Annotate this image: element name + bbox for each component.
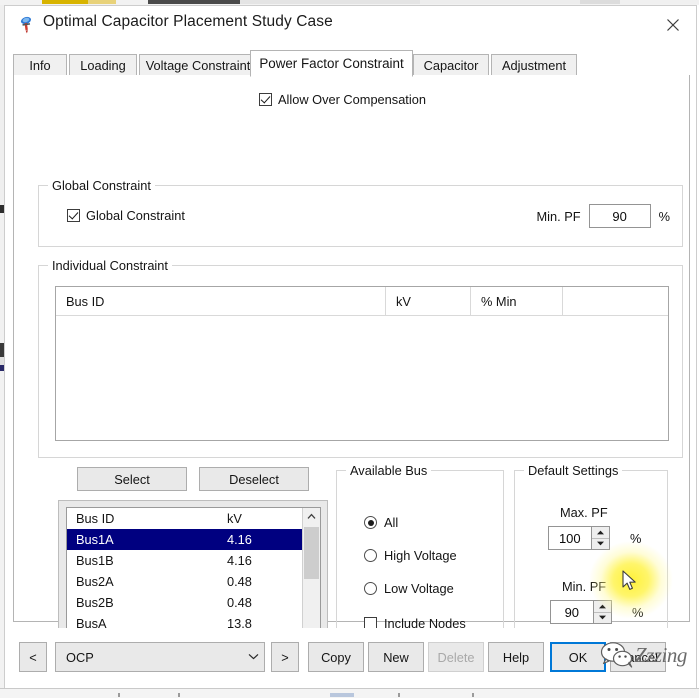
max-pf-value[interactable]: 100 (549, 527, 591, 549)
next-study-case-button[interactable]: > (271, 642, 299, 672)
tab-adjustment[interactable]: Adjustment (491, 54, 577, 76)
individual-constraint-table[interactable]: Bus ID kV % Min (55, 286, 669, 441)
list-item[interactable]: Bus2A 0.48 (67, 571, 304, 592)
chevron-down-icon[interactable] (242, 652, 264, 662)
radio-all-label: All (384, 515, 399, 530)
min-pf-value[interactable]: 90 (551, 601, 593, 623)
select-button[interactable]: Select (77, 467, 187, 491)
allow-over-compensation-checkbox[interactable]: Allow Over Compensation (259, 92, 426, 107)
radio-low-voltage-label: Low Voltage (384, 581, 454, 596)
spin-down-icon[interactable] (593, 612, 611, 623)
checkmark-icon (67, 209, 80, 222)
global-constraint-checkbox[interactable]: Global Constraint (67, 208, 185, 223)
bus-id-cell: Bus2A (76, 574, 114, 589)
page-title: Optimal Capacitor Placement Study Case (43, 13, 333, 30)
radio-dot-icon (364, 582, 377, 595)
study-case-dropdown[interactable]: OCP (55, 642, 265, 672)
radio-available-bus-high-voltage[interactable]: High Voltage (364, 548, 457, 563)
radio-dot-icon (364, 549, 377, 562)
close-icon[interactable] (650, 6, 696, 43)
title-bar: Optimal Capacitor Placement Study Case (5, 6, 696, 44)
global-constraint-label: Global Constraint (86, 208, 185, 223)
max-pf-label: Max. PF (560, 505, 608, 520)
tab-loading[interactable]: Loading (69, 54, 137, 76)
new-button[interactable]: New (368, 642, 424, 672)
radio-available-bus-all[interactable]: All (364, 515, 398, 530)
study-case-value: OCP (66, 649, 94, 665)
global-constraint-group-title: Global Constraint (48, 178, 155, 193)
tab-voltage-constraint[interactable]: Voltage Constraint (139, 54, 257, 76)
table-header-row: Bus ID kV % Min (56, 287, 668, 316)
bus-kv-cell: 4.16 (227, 532, 252, 547)
deselect-button[interactable]: Deselect (199, 467, 309, 491)
individual-constraint-group: Individual Constraint Bus ID kV % Min (38, 258, 683, 458)
max-pf-percent: % (630, 531, 642, 546)
bus-list-column-kv: kV (227, 511, 242, 526)
bus-id-cell: Bus1B (76, 553, 114, 568)
cancel-button[interactable]: Cancel (610, 642, 666, 672)
bus-kv-cell: 0.48 (227, 574, 252, 589)
tab-info[interactable]: Info (13, 54, 67, 76)
spin-down-icon[interactable] (591, 538, 609, 549)
allow-over-compensation-label: Allow Over Compensation (278, 92, 426, 107)
global-min-pf-row: Min. PF 90 % (537, 204, 670, 228)
ok-button[interactable]: OK (550, 642, 606, 672)
individual-constraint-group-title: Individual Constraint (48, 258, 172, 273)
bus-list-vertical-scrollbar[interactable] (302, 508, 320, 641)
bus-list-header-row: Bus ID kV (67, 508, 304, 529)
bus-id-cell: Bus1A (76, 532, 114, 547)
global-min-pf-percent: % (658, 208, 670, 224)
radio-available-bus-low-voltage[interactable]: Low Voltage (364, 581, 454, 596)
delete-button: Delete (428, 642, 484, 672)
tab-bar: Info Loading Voltage Constraint Power Fa… (13, 50, 690, 77)
column-header-kv[interactable]: kV (386, 287, 471, 315)
min-pf-stepper[interactable]: 90 (550, 600, 612, 624)
radio-high-voltage-label: High Voltage (384, 548, 457, 563)
min-pf-label: Min. PF (562, 579, 607, 594)
max-pf-stepper-buttons (590, 527, 609, 549)
column-header-blank[interactable] (563, 287, 668, 315)
column-header-bus-id[interactable]: Bus ID (56, 287, 386, 315)
bus-kv-cell: 4.16 (227, 553, 252, 568)
min-pf-percent: % (632, 605, 644, 620)
copy-button[interactable]: Copy (308, 642, 364, 672)
global-constraint-group: Global Constraint Global Constraint Min.… (38, 178, 683, 247)
available-bus-group-title: Available Bus (346, 463, 432, 478)
bus-list-column-bus-id: Bus ID (76, 511, 115, 526)
column-header-pct-min[interactable]: % Min (471, 287, 563, 315)
checkmark-icon (259, 93, 272, 106)
global-min-pf-input[interactable]: 90 (588, 204, 651, 228)
power-factor-constraint-panel: Allow Over Compensation Global Constrain… (13, 75, 690, 665)
default-settings-group-title: Default Settings (524, 463, 623, 478)
tab-capacitor[interactable]: Capacitor (413, 54, 489, 76)
min-pf-stepper-buttons (592, 601, 611, 623)
dialog-bottom-bar: < OCP > Copy New Delete Help OK Cancel (5, 628, 696, 688)
capacitor-pin-icon (17, 15, 37, 35)
list-item[interactable]: Bus1A 4.16 (67, 529, 304, 550)
global-min-pf-label: Min. PF (536, 208, 581, 224)
bus-id-cell: Bus2B (76, 595, 114, 610)
study-case-dialog: Optimal Capacitor Placement Study Case I… (4, 5, 697, 688)
help-button[interactable]: Help (488, 642, 544, 672)
max-pf-stepper[interactable]: 100 (548, 526, 610, 550)
tab-power-factor-constraint[interactable]: Power Factor Constraint (250, 50, 413, 77)
list-item[interactable]: Bus2B 0.48 (67, 592, 304, 613)
bus-kv-cell: 0.48 (227, 595, 252, 610)
scrollbar-thumb-vertical[interactable] (304, 527, 319, 579)
spin-up-icon[interactable] (591, 527, 609, 539)
radio-dot-icon (364, 516, 377, 529)
list-item[interactable]: Bus1B 4.16 (67, 550, 304, 571)
spin-up-icon[interactable] (593, 601, 611, 613)
previous-study-case-button[interactable]: < (19, 642, 47, 672)
chevron-up-icon[interactable] (303, 508, 320, 525)
